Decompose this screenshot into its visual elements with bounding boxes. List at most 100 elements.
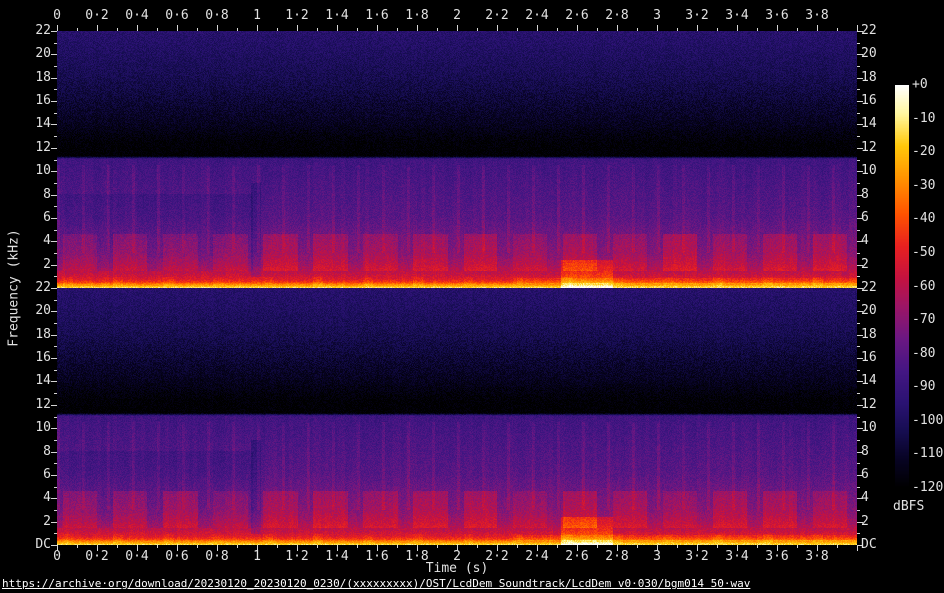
x-tick (557, 28, 558, 31)
y-tick (51, 335, 57, 336)
y-tick-label: 18 (861, 327, 877, 342)
y-tick (51, 381, 57, 382)
x-tick (417, 25, 418, 31)
y-tick-label: 14 (35, 373, 51, 388)
y-tick-label: 12 (861, 140, 877, 155)
x-tick (357, 28, 358, 31)
x-tick (97, 25, 98, 31)
x-tick (797, 545, 798, 548)
colorbar-tick-label: -20 (912, 144, 936, 159)
y-tick (51, 498, 57, 499)
x-tick (257, 25, 258, 31)
y-tick-label: 14 (861, 373, 877, 388)
y-tick-label: 16 (861, 350, 877, 365)
x-tick (317, 28, 318, 31)
y-tick (51, 218, 57, 219)
y-tick (857, 66, 860, 67)
x-tick (277, 545, 278, 548)
y-tick (54, 440, 57, 441)
y-tick (857, 346, 860, 347)
y-tick (857, 323, 860, 324)
y-tick-label: 20 (35, 46, 51, 61)
y-tick (51, 101, 57, 102)
y-tick (54, 136, 57, 137)
y-tick-label: 8 (43, 187, 51, 202)
x-tick (157, 545, 158, 548)
colorbar-tick-label: -90 (912, 379, 936, 394)
colorbar-tick-label: -10 (912, 111, 936, 126)
x-tick (817, 25, 818, 31)
x-tick (277, 28, 278, 31)
y-tick-label-dc: DC (861, 537, 877, 552)
y-tick-label: 8 (861, 444, 869, 459)
x-tick (517, 545, 518, 548)
y-tick (54, 323, 57, 324)
y-axis-title: Frequency (kHz) (6, 229, 22, 347)
y-tick (857, 510, 860, 511)
y-tick (51, 311, 57, 312)
y-tick (51, 265, 57, 266)
x-tick (157, 28, 158, 31)
x-tick (577, 25, 578, 31)
y-tick (857, 300, 860, 301)
y-tick (857, 487, 860, 488)
x-tick (437, 545, 438, 548)
y-tick (54, 487, 57, 488)
y-tick-label: 6 (861, 467, 869, 482)
colorbar-unit-label: dBFS (893, 499, 925, 514)
y-tick (54, 417, 57, 418)
x-tick (457, 25, 458, 31)
y-tick (54, 206, 57, 207)
y-tick (857, 417, 860, 418)
x-tick (197, 28, 198, 31)
x-tick (237, 545, 238, 548)
x-tick (597, 28, 598, 31)
y-tick-label: 16 (861, 93, 877, 108)
x-tick (717, 545, 718, 548)
y-tick (857, 276, 860, 277)
y-tick (857, 43, 860, 44)
x-tick (637, 545, 638, 548)
x-tick (757, 28, 758, 31)
y-tick-label: 16 (35, 93, 51, 108)
y-tick (51, 428, 57, 429)
colorbar-tick-label: -60 (912, 279, 936, 294)
x-tick (597, 545, 598, 548)
y-tick (857, 440, 860, 441)
y-tick-label: 22 (35, 23, 51, 38)
x-tick (297, 25, 298, 31)
x-tick (397, 545, 398, 548)
y-tick-label: 2 (861, 514, 869, 529)
y-tick-label: 18 (35, 70, 51, 85)
x-tick (117, 545, 118, 548)
x-tick (217, 25, 218, 31)
x-tick (317, 545, 318, 548)
y-tick-label: 10 (35, 163, 51, 178)
y-tick (54, 300, 57, 301)
source-url-link[interactable]: https://archive·org/download/20230120_20… (2, 577, 750, 590)
x-tick (497, 25, 498, 31)
y-tick (51, 452, 57, 453)
x-tick (237, 28, 238, 31)
y-tick (857, 253, 860, 254)
x-tick (517, 28, 518, 31)
y-tick-label: 6 (43, 467, 51, 482)
y-tick (54, 370, 57, 371)
y-tick (857, 160, 860, 161)
y-tick (54, 183, 57, 184)
y-tick (857, 393, 860, 394)
x-tick (697, 25, 698, 31)
y-tick (51, 241, 57, 242)
y-tick-label: 2 (861, 257, 869, 272)
colorbar-tick-label: -50 (912, 245, 936, 260)
y-tick (51, 405, 57, 406)
y-tick (51, 31, 57, 32)
y-tick-label: 16 (35, 350, 51, 365)
y-tick (857, 370, 860, 371)
y-tick-label: 2 (43, 514, 51, 529)
y-tick-label: 22 (861, 23, 877, 38)
y-tick (54, 160, 57, 161)
y-tick-label-dc: DC (35, 537, 51, 552)
y-tick (51, 288, 57, 289)
y-tick (54, 89, 57, 90)
